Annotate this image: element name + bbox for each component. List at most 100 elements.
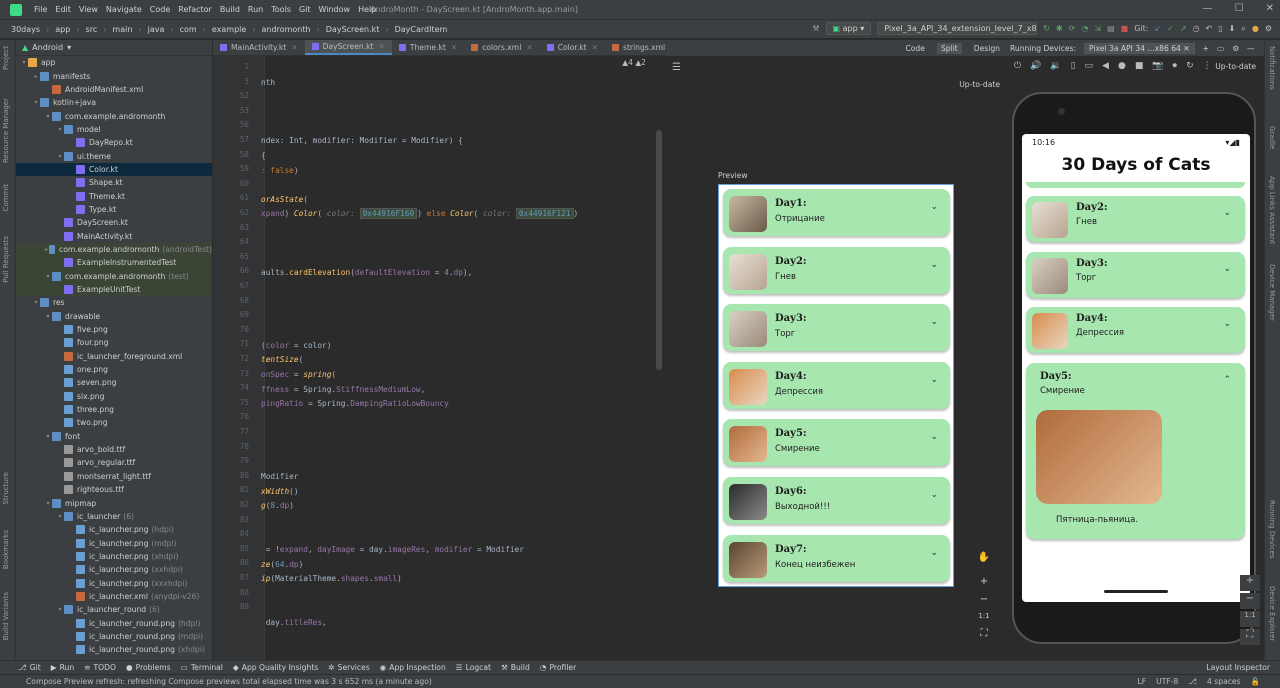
rollback-icon[interactable]: ↶ <box>1206 24 1213 33</box>
editor-tab[interactable]: MainActivity.kt ✕ <box>213 40 305 55</box>
close-tab-icon[interactable]: ✕ <box>526 43 532 52</box>
history-icon[interactable]: ◷ <box>1193 24 1200 33</box>
device-explorer-tool-button[interactable]: Device Explorer <box>1268 586 1276 641</box>
pan-icon[interactable]: ✋ <box>974 552 994 568</box>
git-branch-icon[interactable]: ⎇ <box>1188 677 1197 686</box>
volume-down-icon[interactable]: 🔉 <box>1050 61 1061 71</box>
code-line[interactable]: ffness = Spring.StiffnessMediumLow, <box>261 385 425 394</box>
stop-icon[interactable]: ■ <box>1121 24 1129 33</box>
code-line[interactable]: nth <box>261 78 275 87</box>
editor-tab[interactable]: colors.xml ✕ <box>464 40 539 55</box>
zoom-reset-button[interactable]: 1:1 <box>974 612 994 628</box>
window-icon[interactable]: ▭ <box>1217 44 1224 53</box>
code-line[interactable]: : false) <box>261 166 299 175</box>
file-encoding[interactable]: UTF-8 <box>1156 677 1178 686</box>
tree-item[interactable]: ic_launcher_round.png (hdpi) <box>16 616 212 629</box>
notifications-tool-button[interactable]: Notifications <box>1268 46 1276 90</box>
tree-item[interactable]: ▸ com.example.andromonth (androidTest) <box>16 242 212 257</box>
bottom-tool-todo[interactable]: ≡ TODO <box>84 663 116 672</box>
update-icon[interactable]: ● <box>1252 24 1259 33</box>
day-card[interactable]: Day1: Отрицание ⌄ <box>723 189 950 236</box>
tree-item[interactable]: ic_launcher_round.png (xhdpi) <box>16 643 212 656</box>
indent-setting[interactable]: 4 spaces <box>1207 677 1240 686</box>
tree-item[interactable]: ExampleUnitTest <box>16 282 212 297</box>
overview-icon[interactable]: ■ <box>1135 61 1144 71</box>
tree-item[interactable]: ▾ kotlin+java <box>16 96 212 109</box>
code-line[interactable]: xWidth() <box>261 487 299 496</box>
bottom-tool-build[interactable]: ⚒ Build <box>501 663 530 672</box>
rerun-icon[interactable]: ↻ <box>1043 24 1050 33</box>
breadcrumb-item[interactable]: com <box>177 25 200 34</box>
tree-item[interactable]: ic_launcher.png (xhdpi) <box>16 550 212 563</box>
bottom-tool-git[interactable]: ⎇ Git <box>18 663 41 672</box>
tree-item[interactable]: arvo_bold.ttf <box>16 443 212 456</box>
tree-item[interactable]: Color.kt <box>16 162 212 177</box>
chevron-up-icon[interactable]: ⌃ <box>1223 375 1231 385</box>
tree-item[interactable]: ic_launcher.xml (anydpi-v26) <box>16 590 212 603</box>
tree-item[interactable]: seven.png <box>16 376 212 389</box>
tree-item[interactable]: arvo_regular.ttf <box>16 456 212 469</box>
code-line[interactable]: (color = color) <box>261 341 331 350</box>
expanded-day-card[interactable]: Day5: Смирение ⌃ Пятница-пьяница. <box>1026 363 1245 539</box>
tree-item[interactable]: ▾ drawable <box>16 310 212 323</box>
close-icon[interactable]: ✕ <box>1266 3 1274 14</box>
menu-item-edit[interactable]: Edit <box>51 5 75 14</box>
tree-item[interactable]: ExampleInstrumentedTest <box>16 256 212 270</box>
menu-item-git[interactable]: Git <box>295 5 315 14</box>
tree-item[interactable]: DayScreen.kt <box>16 216 212 229</box>
code-line[interactable]: ze(64.dp) <box>261 560 303 569</box>
line-separator[interactable]: LF <box>1138 677 1147 686</box>
gesture-nav-bar[interactable] <box>1104 590 1168 593</box>
bottom-tool-app-quality-insights[interactable]: ◆ App Quality Insights <box>233 663 318 672</box>
project-view-select[interactable]: Android <box>32 43 63 52</box>
bottom-tool-logcat[interactable]: ☰ Logcat <box>456 663 491 672</box>
fit-device-icon[interactable]: ⛶ <box>1240 629 1260 645</box>
rotate-left-icon[interactable]: ▯ <box>1071 61 1076 71</box>
chevron-down-icon[interactable]: ▾ <box>32 299 40 306</box>
breadcrumb-item[interactable]: DayScreen.kt <box>323 25 383 34</box>
bookmarks-tool-button[interactable]: Bookmarks <box>2 530 10 569</box>
tree-item[interactable]: five.png <box>16 323 212 336</box>
menu-item-run[interactable]: Run <box>244 5 267 14</box>
structure-tool-button[interactable]: Structure <box>2 472 10 505</box>
tree-item[interactable]: ic_launcher.png (hdpi) <box>16 523 212 536</box>
chevron-down-icon[interactable]: ⌄ <box>1223 264 1231 274</box>
chevron-down-icon[interactable]: ⌄ <box>930 260 938 270</box>
tree-item[interactable]: ic_launcher_round.png (mdpi) <box>16 630 212 643</box>
tree-item[interactable]: ▾ model <box>16 123 212 136</box>
tree-item[interactable]: DayRepo.kt <box>16 136 212 149</box>
code-line[interactable]: aults.cardElevation(defaultElevation = 4… <box>261 268 472 277</box>
code-line[interactable]: onSpec = spring( <box>261 370 336 379</box>
chevron-down-icon[interactable]: ⌄ <box>930 375 938 385</box>
code-line[interactable]: g(8.dp) <box>261 501 294 510</box>
breadcrumb-item[interactable]: java <box>145 25 168 34</box>
tree-item[interactable]: ▾ com.example.andromonth (test) <box>16 269 212 283</box>
day-card[interactable]: Day7: Конец неизбежен ⌄ <box>723 534 950 582</box>
build-variants-tool-button[interactable]: Build Variants <box>2 592 10 640</box>
editor-tab[interactable]: Theme.kt ✕ <box>392 40 464 55</box>
tree-item[interactable]: Type.kt <box>16 203 212 216</box>
preview-menu-icon[interactable]: ☰ <box>672 62 681 73</box>
code-line[interactable]: ndex: Int, modifier: Modifier = Modifier… <box>261 136 463 145</box>
chevron-down-icon[interactable]: ▾ <box>32 99 40 106</box>
design-mode-button[interactable]: Design <box>970 43 1004 54</box>
menu-item-build[interactable]: Build <box>216 5 244 14</box>
bottom-tool-terminal[interactable]: ▭ Terminal <box>181 663 223 672</box>
breadcrumb-item[interactable]: DayCardItem <box>392 25 451 34</box>
tree-item[interactable]: ▾ font <box>16 430 212 443</box>
day-card[interactable]: Day3: Торг ⌄ <box>1026 251 1245 298</box>
zoom-out-button[interactable]: − <box>974 594 994 610</box>
profile-icon[interactable]: ◔ <box>1081 24 1088 33</box>
breadcrumb-item[interactable]: app <box>52 25 73 34</box>
chevron-down-icon[interactable]: ⌄ <box>1223 208 1231 218</box>
day-card[interactable]: Day2: Гнев ⌄ <box>723 246 950 294</box>
bottom-tool-run[interactable]: ▶ Run <box>51 663 74 672</box>
settings-icon[interactable]: ⚙ <box>1265 24 1272 33</box>
code-mode-button[interactable]: Code <box>901 43 928 54</box>
menu-item-file[interactable]: File <box>30 5 51 14</box>
apply-changes-icon[interactable]: ⟳ <box>1069 24 1076 33</box>
power-icon[interactable]: ⏻ <box>1014 61 1021 71</box>
day-card[interactable]: Day4: Депрессия ⌄ <box>1026 307 1245 353</box>
commit-tool-button[interactable]: Commit <box>2 184 10 212</box>
tree-item[interactable]: Theme.kt <box>16 189 212 202</box>
